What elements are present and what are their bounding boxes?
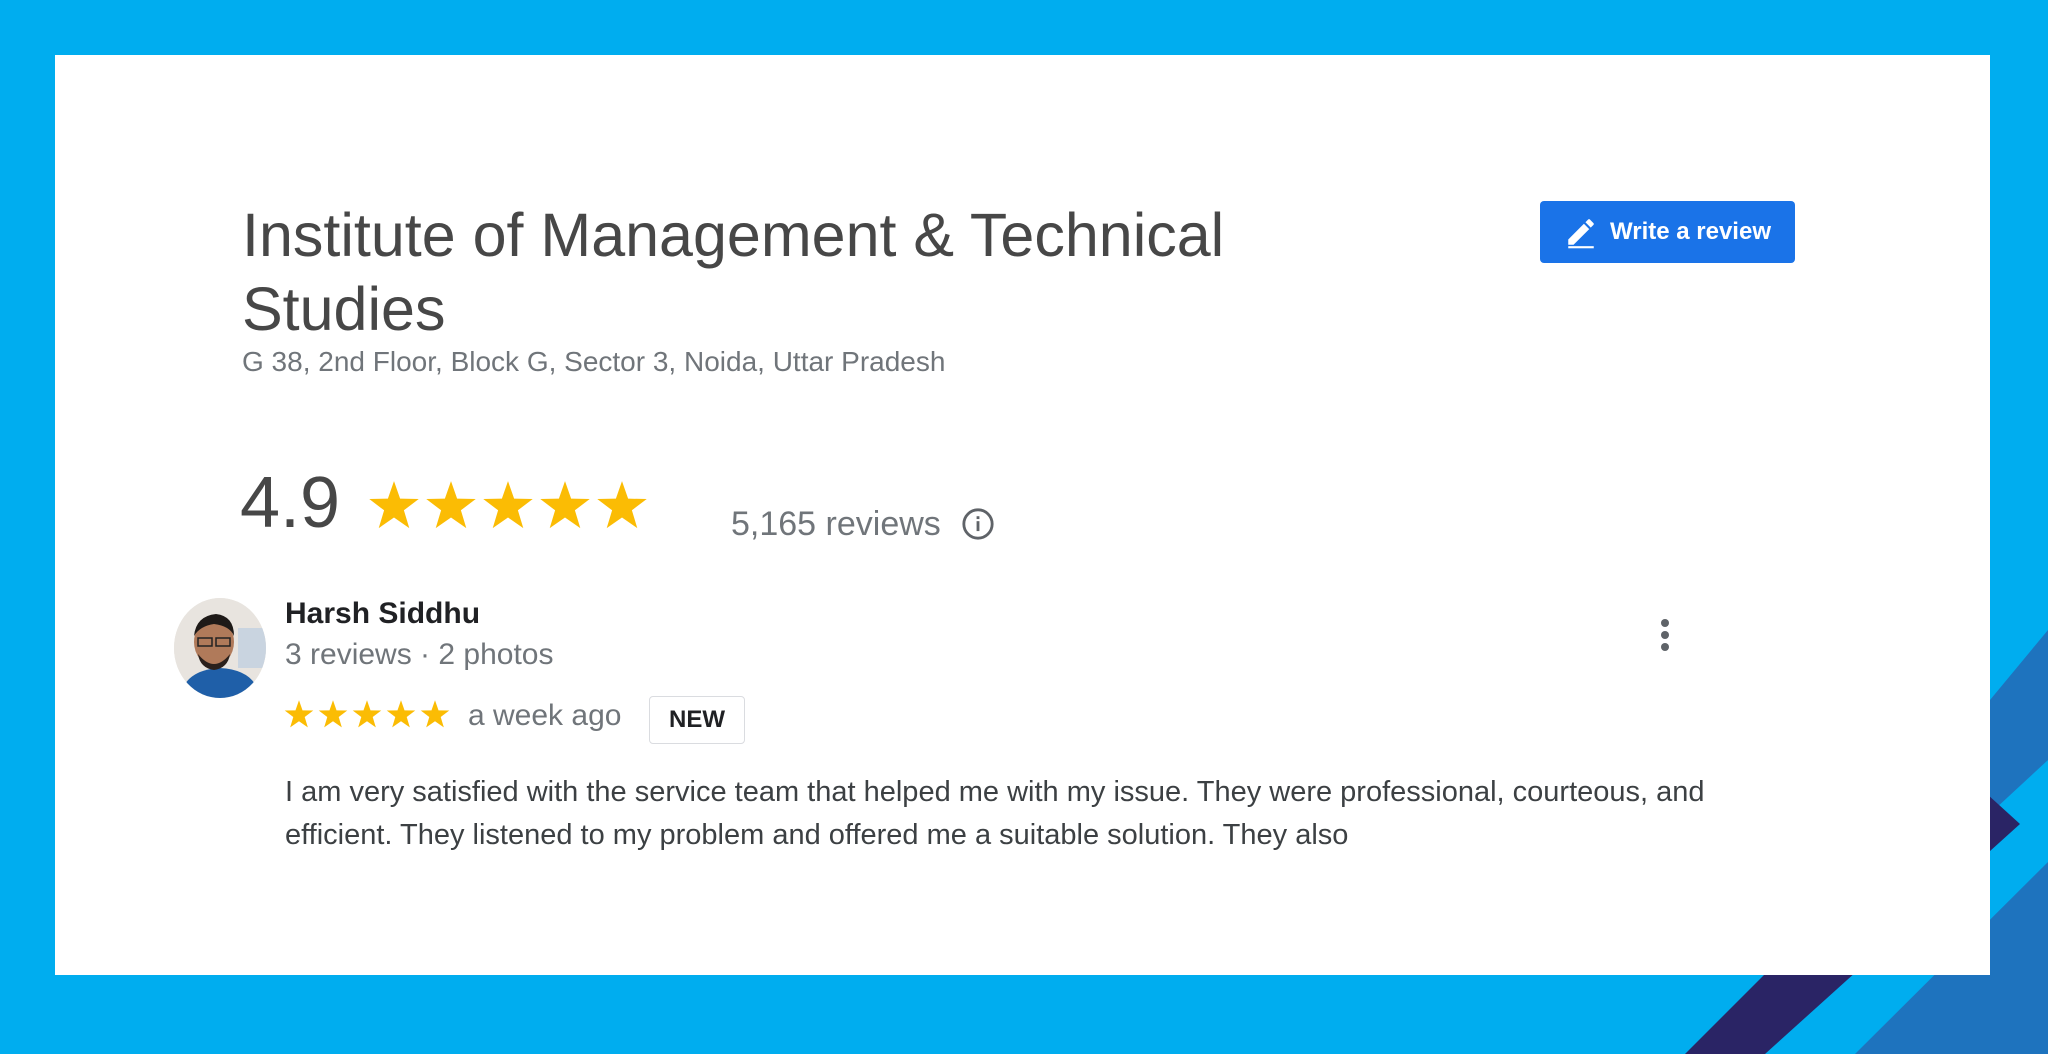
star-icon (426, 481, 476, 529)
avatar-image (174, 598, 266, 698)
business-address: G 38, 2nd Floor, Block G, Sector 3, Noid… (242, 346, 946, 377)
star-icon (597, 481, 647, 529)
star-icon (483, 481, 533, 529)
star-icon (318, 700, 348, 728)
review-text: I am very satisfied with the service tea… (285, 776, 1705, 851)
star-icon (284, 700, 314, 728)
star-icon (369, 481, 419, 529)
info-icon[interactable] (961, 507, 995, 541)
more-vert-icon[interactable] (1653, 615, 1677, 655)
reviewer-avatar[interactable] (174, 598, 266, 698)
pencil-icon (1568, 219, 1594, 249)
write-review-label: Write a review (1610, 218, 1771, 245)
star-icon (540, 481, 590, 529)
rating-stars (369, 481, 647, 529)
write-review-button[interactable]: Write a review (1540, 201, 1795, 263)
reviewer-meta: 3 reviews · 2 photos (285, 638, 554, 671)
star-icon (420, 700, 450, 728)
review-count[interactable]: 5,165 reviews (731, 505, 941, 544)
star-icon (352, 700, 382, 728)
review-stars (284, 700, 450, 728)
star-icon (386, 700, 416, 728)
new-badge: NEW (649, 696, 745, 744)
review-time: a week ago (468, 699, 622, 732)
reviewer-name[interactable]: Harsh Siddhu (285, 597, 480, 631)
rating-value: 4.9 (240, 463, 341, 543)
business-name: Institute of Management & Technical Stud… (242, 201, 1225, 343)
reviews-card: Institute of Management & Technical Stud… (55, 55, 1990, 975)
